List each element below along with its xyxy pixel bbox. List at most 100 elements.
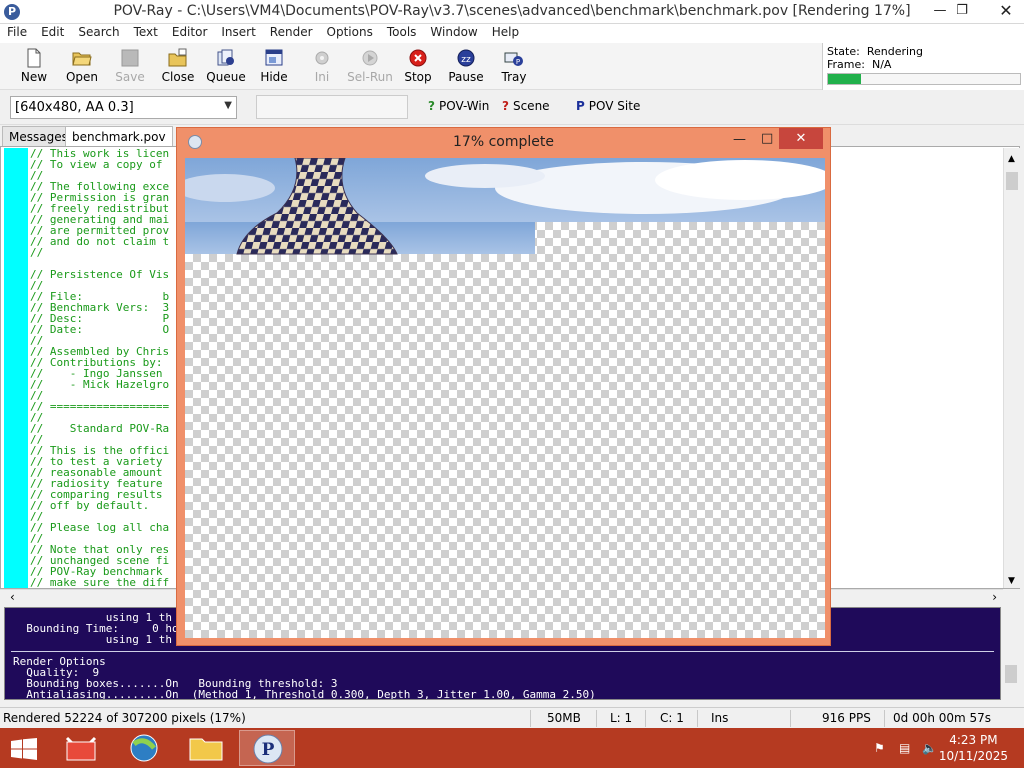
sel-run-button[interactable]: Sel-Run <box>347 46 393 88</box>
status-pps: 916 PPS <box>822 711 871 725</box>
save-button[interactable]: Save <box>107 46 153 88</box>
svg-text:zz: zz <box>461 55 471 65</box>
start-button[interactable] <box>10 738 38 760</box>
code-line: // - Mick Hazelgro <box>30 378 170 391</box>
stop-label: Stop <box>404 70 432 84</box>
app-icon <box>65 736 97 761</box>
menu-insert[interactable]: Insert <box>214 24 262 39</box>
menu-search[interactable]: Search <box>71 24 126 39</box>
frame-label: Frame: <box>827 58 865 71</box>
title-bar: P POV-Ray - C:\Users\VM4\Documents\POV-R… <box>0 0 1024 24</box>
render-progress-fill <box>828 74 861 84</box>
message-separator <box>11 651 994 652</box>
resolution-dropdown[interactable]: [640x480, AA 0.3] ▼ <box>10 96 237 119</box>
taskbar-app-2[interactable] <box>116 730 172 766</box>
povsite-button[interactable]: P POV Site <box>576 99 640 113</box>
taskbar-file-explorer[interactable] <box>178 730 234 766</box>
povwin-label: POV-Win <box>438 99 490 113</box>
status-divider <box>645 710 646 727</box>
chevron-down-icon: ▼ <box>224 100 232 111</box>
menu-file[interactable]: File <box>0 24 34 39</box>
menu-text[interactable]: Text <box>127 24 165 39</box>
queue-icon <box>217 49 234 66</box>
render-close-button[interactable]: ✕ <box>779 128 823 149</box>
status-line: L: 1 <box>610 711 633 725</box>
restore-button[interactable]: ❐ <box>946 0 978 24</box>
open-label: Open <box>65 70 99 84</box>
close-label: Close <box>161 70 195 84</box>
scroll-thumb[interactable] <box>1005 665 1017 683</box>
menu-edit[interactable]: Edit <box>34 24 71 39</box>
status-divider <box>530 710 531 727</box>
render-maximize-button[interactable]: □ <box>761 131 773 146</box>
status-column: C: 1 <box>660 711 684 725</box>
ini-label: Ini <box>314 70 330 84</box>
new-button[interactable]: New <box>11 46 57 88</box>
render-minimize-button[interactable]: — <box>733 132 746 147</box>
menu-editor[interactable]: Editor <box>165 24 215 39</box>
povray-logo-icon: P <box>576 99 585 113</box>
povray-taskbar-icon: P <box>253 734 283 764</box>
code-line: // To view a copy of <box>30 158 163 171</box>
menu-bar: File Edit Search Text Editor Insert Render Opti… <box>0 24 1024 43</box>
message-line: using 1 th <box>13 633 172 646</box>
stop-icon <box>409 49 427 67</box>
volume-icon[interactable]: 🔈 <box>922 741 937 755</box>
menu-window[interactable]: Window <box>423 24 484 39</box>
scroll-right-icon[interactable]: › <box>992 590 997 604</box>
render-progress-bar <box>827 73 1021 85</box>
tab-messages[interactable]: Messages <box>2 126 75 147</box>
scene-help-button[interactable]: ? Scene <box>502 99 550 113</box>
queue-button[interactable]: Queue <box>203 46 249 88</box>
editor-vertical-scrollbar[interactable]: ▲ ▼ <box>1003 148 1020 588</box>
menu-help[interactable]: Help <box>485 24 526 39</box>
code-line: // Date: O <box>30 323 170 336</box>
status-insert-mode: Ins <box>711 711 729 725</box>
pause-icon: zz <box>457 49 475 67</box>
taskbar-app-1[interactable] <box>53 730 109 766</box>
window-title: POV-Ray - C:\Users\VM4\Documents\POV-Ray… <box>113 3 911 19</box>
taskbar-clock[interactable]: 4:23 PM 10/11/2025 <box>939 732 1008 764</box>
menu-tools[interactable]: Tools <box>380 24 424 39</box>
code-line: // Standard POV-Ra <box>30 422 170 435</box>
resolution-value: [640x480, AA 0.3] <box>15 100 134 115</box>
scroll-left-icon[interactable]: ‹ <box>10 590 15 604</box>
ini-button[interactable]: Ini <box>299 46 345 88</box>
code-line: // Persistence Of Vis <box>30 268 170 281</box>
windows-logo-icon <box>11 738 37 760</box>
close-file-button[interactable]: Close <box>155 46 201 88</box>
render-canvas <box>185 158 825 638</box>
message-scrollbar[interactable] <box>1001 607 1021 700</box>
state-line: State: Rendering <box>827 45 923 58</box>
message-line: Antialiasing.........On (Method 1, Thres… <box>13 688 596 700</box>
menu-render[interactable]: Render <box>263 24 320 39</box>
clock-date: 10/11/2025 <box>938 749 1008 763</box>
open-button[interactable]: Open <box>59 46 105 88</box>
tray-button[interactable]: P Tray <box>491 46 537 88</box>
tab-benchmark-pov[interactable]: benchmark.pov <box>65 126 173 147</box>
code-line: // and do not claim t <box>30 235 170 248</box>
tray-label: Tray <box>501 70 527 84</box>
code-text[interactable]: // This work is licen// To view a copy o… <box>30 148 180 588</box>
pause-label: Pause <box>448 70 484 84</box>
editor-gutter <box>4 148 28 588</box>
status-divider <box>596 710 597 727</box>
taskbar-povray[interactable]: P <box>239 730 295 766</box>
scroll-thumb[interactable] <box>1006 172 1018 190</box>
status-divider <box>790 710 791 727</box>
scroll-up-icon[interactable]: ▲ <box>1008 154 1015 164</box>
hide-button[interactable]: Hide <box>251 46 297 88</box>
povwin-help-button[interactable]: ? POV-Win <box>428 99 489 113</box>
flag-icon[interactable]: ⚑ <box>874 741 885 755</box>
network-icon[interactable]: ▤ <box>899 741 910 755</box>
scroll-down-icon[interactable]: ▼ <box>1008 576 1015 586</box>
menu-options[interactable]: Options <box>320 24 380 39</box>
close-button[interactable]: ✕ <box>990 0 1022 24</box>
command-line-input[interactable] <box>256 95 408 119</box>
status-divider <box>697 710 698 727</box>
render-state-panel: State: Rendering Frame: N/A <box>822 43 1024 90</box>
render-preview-window[interactable]: 17% complete — □ ✕ <box>176 127 831 646</box>
pause-button[interactable]: zz Pause <box>443 46 489 88</box>
rendered-image <box>185 158 825 255</box>
stop-button[interactable]: Stop <box>395 46 441 88</box>
